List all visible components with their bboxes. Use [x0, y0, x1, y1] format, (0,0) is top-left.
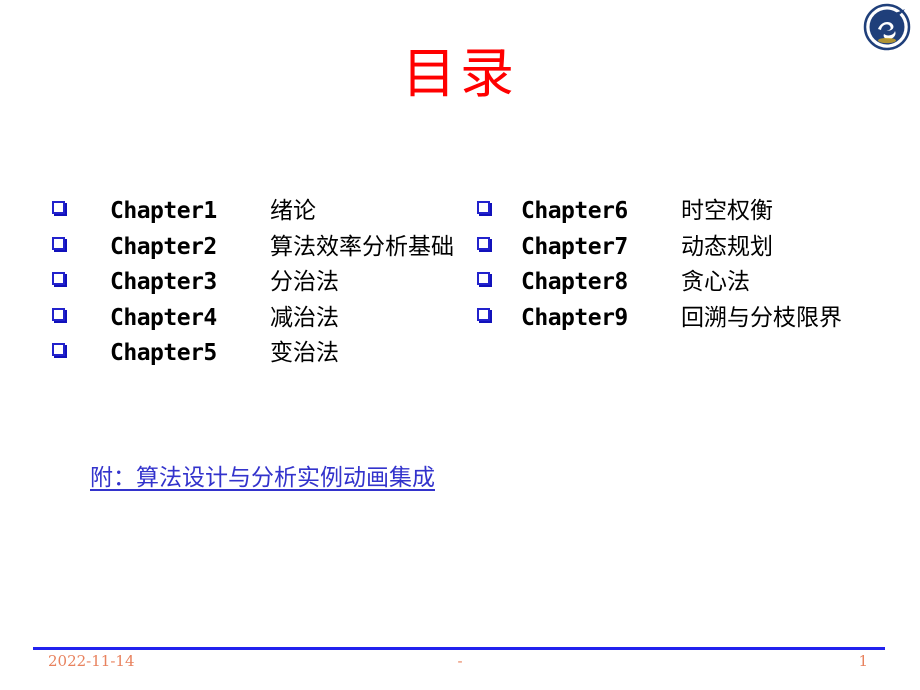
toc-chapter-title: 减治法: [270, 304, 339, 331]
toc-left-column: Chapter1 绪论 Chapter2 算法效率分析基础 Chapter3 分…: [52, 191, 472, 369]
toc-chapter-label: Chapter1: [110, 198, 217, 224]
toc-chapter-label: Chapter4: [110, 304, 217, 331]
presentation-slide: 目录 Chapter1 绪论 Chapter2 算法效率分析基础 Chapter…: [0, 0, 920, 690]
toc-chapter-title: 时空权衡: [681, 198, 773, 224]
footer-divider: [33, 647, 885, 650]
footer-page-number: 1: [858, 652, 868, 670]
toc-chapter-label: Chapter5: [110, 340, 217, 366]
toc-chapter-title: 贪心法: [681, 269, 750, 295]
toc-chapter-label: Chapter8: [521, 269, 628, 295]
bullet-square-icon: [52, 201, 65, 214]
toc-item-chapter8[interactable]: Chapter8 贪心法: [477, 262, 907, 298]
toc-item-chapter5[interactable]: Chapter5 变治法: [52, 333, 472, 369]
toc-chapter-title: 变治法: [270, 340, 339, 366]
toc-item-chapter7[interactable]: Chapter7 动态规划: [477, 227, 907, 263]
toc-item-chapter2[interactable]: Chapter2 算法效率分析基础: [52, 227, 472, 263]
bullet-square-icon: [52, 236, 65, 250]
toc-chapter-label: Chapter2: [110, 233, 217, 260]
bullet-square-icon: [477, 201, 490, 214]
toc-item-chapter1[interactable]: Chapter1 绪论: [52, 191, 472, 227]
toc-chapter-title: 回溯与分枝限界: [681, 304, 842, 331]
toc-right-column: Chapter6 时空权衡 Chapter7 动态规划 Chapter8 贪心法…: [477, 191, 907, 333]
bullet-square-icon: [52, 343, 65, 356]
toc-item-chapter6[interactable]: Chapter6 时空权衡: [477, 191, 907, 227]
page-title: 目录: [402, 42, 518, 105]
bullet-square-icon: [52, 272, 65, 285]
bullet-square-icon: [52, 307, 65, 321]
bullet-square-icon: [477, 236, 490, 250]
toc-chapter-label: Chapter3: [110, 269, 217, 295]
toc-chapter-title: 分治法: [270, 269, 339, 295]
attachment-hyperlink[interactable]: 附：算法设计与分析实例动画集成: [90, 458, 435, 492]
bullet-square-icon: [477, 307, 490, 321]
toc-item-chapter3[interactable]: Chapter3 分治法: [52, 262, 472, 298]
toc-chapter-label: Chapter7: [521, 233, 628, 260]
toc-item-chapter9[interactable]: Chapter9 回溯与分枝限界: [477, 298, 907, 334]
toc-chapter-title: 动态规划: [681, 233, 773, 260]
toc-chapter-title: 绪论: [270, 198, 316, 224]
toc-chapter-title: 算法效率分析基础: [270, 233, 454, 260]
bullet-square-icon: [477, 272, 490, 285]
toc-chapter-label: Chapter6: [521, 198, 628, 224]
toc-item-chapter4[interactable]: Chapter4 减治法: [52, 298, 472, 334]
toc-chapter-label: Chapter9: [521, 304, 628, 331]
